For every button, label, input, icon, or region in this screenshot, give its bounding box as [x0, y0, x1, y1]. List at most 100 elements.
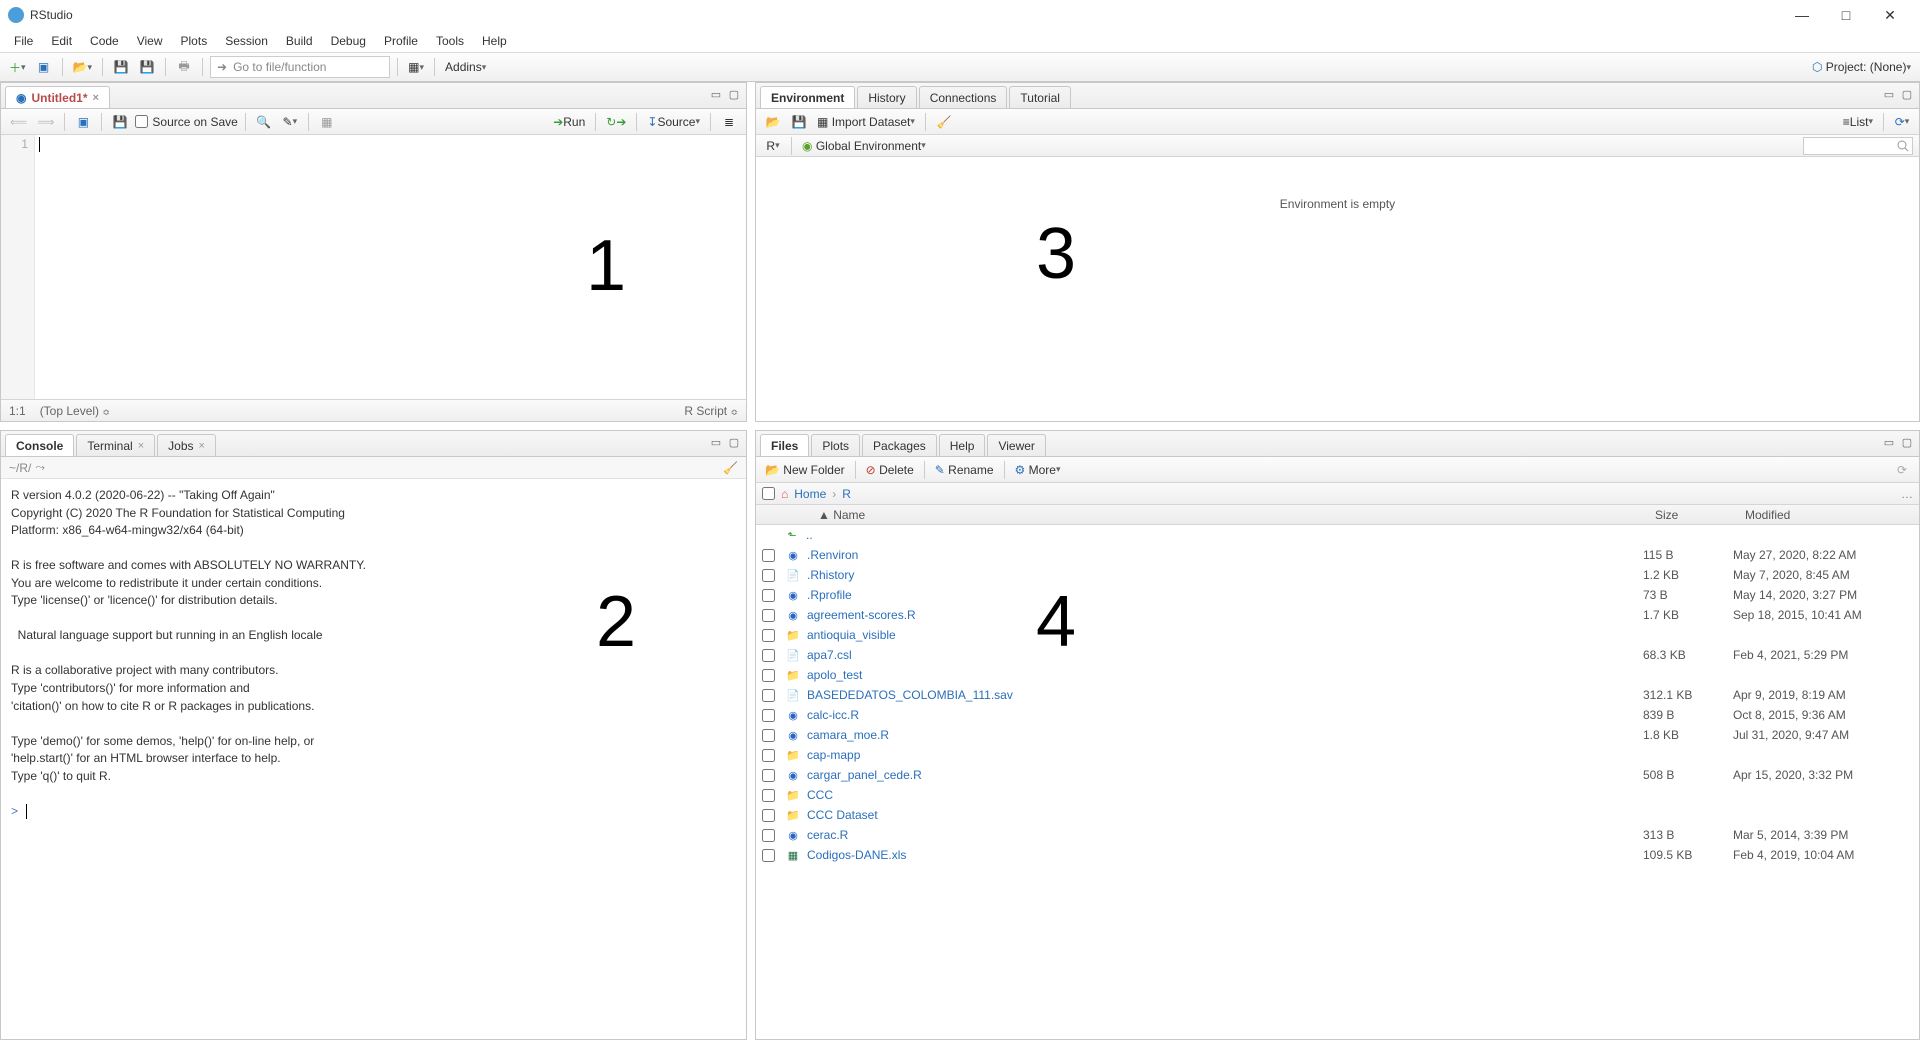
crumb-r[interactable]: R [842, 487, 851, 501]
load-workspace-button[interactable]: 📂 [762, 111, 784, 133]
file-name[interactable]: antioquia_visible [807, 628, 1643, 642]
source-editor[interactable]: 1 1 [1, 135, 746, 399]
menu-session[interactable]: Session [217, 32, 276, 50]
file-name[interactable]: BASEDEDATOS_COLOMBIA_111.sav [807, 688, 1643, 702]
compile-report-button[interactable]: ▦ [316, 111, 338, 133]
source-tab[interactable]: ◉ Untitled1* × [5, 86, 110, 108]
minimize-pane-icon[interactable]: ▭ [1881, 435, 1897, 449]
file-row[interactable]: 📁CCC [756, 785, 1919, 805]
menu-plots[interactable]: Plots [173, 32, 216, 50]
save-button[interactable]: 💾 [110, 56, 132, 78]
crumb-home[interactable]: Home [794, 487, 826, 501]
back-button[interactable]: ⟸ [7, 111, 30, 133]
file-row[interactable]: ◉camara_moe.R1.8 KBJul 31, 2020, 9:47 AM [756, 725, 1919, 745]
menu-view[interactable]: View [129, 32, 171, 50]
env-language-selector[interactable]: R ▾ [762, 135, 784, 157]
file-row[interactable]: ◉calc-icc.R839 BOct 8, 2015, 9:36 AM [756, 705, 1919, 725]
tab-history[interactable]: History [857, 86, 916, 108]
minimize-pane-icon[interactable]: ▭ [708, 435, 724, 449]
tab-viewer[interactable]: Viewer [987, 434, 1045, 456]
clear-console-icon[interactable]: 🧹 [723, 461, 738, 475]
file-row[interactable]: ◉agreement-scores.R1.7 KBSep 18, 2015, 1… [756, 605, 1919, 625]
maximize-pane-icon[interactable]: ▢ [726, 87, 742, 101]
file-checkbox[interactable] [762, 649, 775, 662]
menu-tools[interactable]: Tools [428, 32, 472, 50]
file-name[interactable]: cerac.R [807, 828, 1643, 842]
file-checkbox[interactable] [762, 689, 775, 702]
more-button[interactable]: ⚙ More ▾ [1012, 459, 1064, 481]
outline-button[interactable]: ≣ [718, 111, 740, 133]
file-checkbox[interactable] [762, 569, 775, 582]
clear-workspace-button[interactable]: 🧹 [933, 111, 955, 133]
menu-build[interactable]: Build [278, 32, 321, 50]
new-file-button[interactable]: ＋▾ [6, 56, 29, 78]
save-all-button[interactable]: 💾 [136, 56, 158, 78]
path-more-icon[interactable]: … [1901, 487, 1913, 501]
rename-button[interactable]: ✎ Rename [932, 459, 997, 481]
file-row[interactable]: 📁cap-mapp [756, 745, 1919, 765]
minimize-pane-icon[interactable]: ▭ [708, 87, 724, 101]
select-all-checkbox[interactable] [762, 487, 775, 500]
tab-environment[interactable]: Environment [760, 86, 855, 108]
menu-profile[interactable]: Profile [376, 32, 426, 50]
grid-view-button[interactable]: ▦▾ [405, 56, 427, 78]
file-row[interactable]: ⬑.. [756, 525, 1919, 545]
file-row[interactable]: ▦Codigos-DANE.xls109.5 KBFeb 4, 2019, 10… [756, 845, 1919, 865]
home-icon[interactable]: ⌂ [781, 487, 788, 501]
file-row[interactable]: 📁CCC Dataset [756, 805, 1919, 825]
file-row[interactable]: ◉.Renviron115 BMay 27, 2020, 8:22 AM [756, 545, 1919, 565]
file-checkbox[interactable] [762, 769, 775, 782]
window-minimize-button[interactable]: — [1780, 1, 1824, 29]
find-button[interactable]: 🔍 [253, 111, 275, 133]
tab-tutorial[interactable]: Tutorial [1009, 86, 1071, 108]
file-name[interactable]: apa7.csl [807, 648, 1643, 662]
console-output[interactable]: R version 4.0.2 (2020-06-22) -- "Taking … [1, 479, 746, 1039]
env-list-view[interactable]: ≡ List ▾ [1840, 111, 1876, 133]
refresh-env-button[interactable]: ⟳▾ [1891, 111, 1913, 133]
file-row[interactable]: ◉cargar_panel_cede.R508 BApr 15, 2020, 3… [756, 765, 1919, 785]
rerun-button[interactable]: ↻➔ [603, 111, 629, 133]
source-on-save-checkbox[interactable]: Source on Save [135, 115, 237, 129]
file-name[interactable]: CCC Dataset [807, 808, 1643, 822]
minimize-pane-icon[interactable]: ▭ [1881, 87, 1897, 101]
file-name[interactable]: .Rprofile [807, 588, 1643, 602]
new-folder-button[interactable]: 📂 New Folder [762, 459, 848, 481]
file-name[interactable]: .Renviron [807, 548, 1643, 562]
show-in-new-window-button[interactable]: ▣ [72, 111, 94, 133]
file-checkbox[interactable] [762, 629, 775, 642]
file-name[interactable]: Codigos-DANE.xls [807, 848, 1643, 862]
import-dataset-button[interactable]: ▦ Import Dataset ▾ [814, 111, 918, 133]
file-row[interactable]: 📄BASEDEDATOS_COLOMBIA_111.sav312.1 KBApr… [756, 685, 1919, 705]
delete-button[interactable]: ⊘ Delete [863, 459, 917, 481]
file-row[interactable]: ◉cerac.R313 BMar 5, 2014, 3:39 PM [756, 825, 1919, 845]
col-size[interactable]: Size [1649, 508, 1739, 522]
menu-debug[interactable]: Debug [323, 32, 374, 50]
new-project-button[interactable]: ▣ [33, 56, 55, 78]
maximize-pane-icon[interactable]: ▢ [726, 435, 742, 449]
file-name[interactable]: CCC [807, 788, 1643, 802]
tab-console[interactable]: Console [5, 434, 74, 456]
col-modified[interactable]: Modified [1739, 508, 1919, 522]
open-file-button[interactable]: 📂▾ [70, 56, 95, 78]
file-checkbox[interactable] [762, 709, 775, 722]
file-checkbox[interactable] [762, 849, 775, 862]
tab-packages[interactable]: Packages [862, 434, 937, 456]
project-menu[interactable]: ⬡ Project: (None) ▾ [1809, 56, 1914, 78]
window-maximize-button[interactable]: □ [1824, 1, 1868, 29]
file-row[interactable]: 📄.Rhistory1.2 KBMay 7, 2020, 8:45 AM [756, 565, 1919, 585]
save-workspace-button[interactable]: 💾 [788, 111, 810, 133]
addins-button[interactable]: Addins ▾ [442, 56, 489, 78]
file-name[interactable]: agreement-scores.R [807, 608, 1643, 622]
menu-file[interactable]: File [6, 32, 41, 50]
file-checkbox[interactable] [762, 809, 775, 822]
forward-button[interactable]: ⟹ [34, 111, 57, 133]
file-checkbox[interactable] [762, 669, 775, 682]
refresh-files-button[interactable]: ⟳ [1891, 459, 1913, 481]
tab-connections[interactable]: Connections [919, 86, 1008, 108]
file-checkbox[interactable] [762, 789, 775, 802]
file-name[interactable]: cargar_panel_cede.R [807, 768, 1643, 782]
maximize-pane-icon[interactable]: ▢ [1899, 87, 1915, 101]
file-checkbox[interactable] [762, 729, 775, 742]
file-row[interactable]: 📁apolo_test [756, 665, 1919, 685]
tab-jobs[interactable]: Jobs × [157, 434, 216, 456]
